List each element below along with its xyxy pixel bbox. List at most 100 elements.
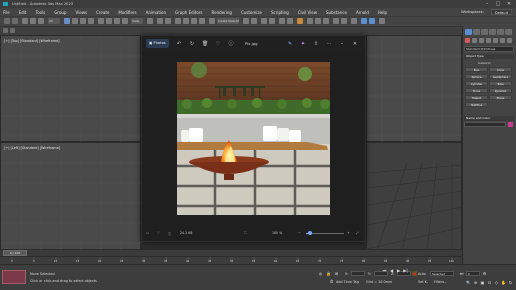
helpers-category-icon[interactable] xyxy=(493,38,498,43)
render-to-texture-icon[interactable] xyxy=(341,18,347,24)
render-in-cloud-icon[interactable] xyxy=(333,18,339,24)
toggle-layer-explorer-icon[interactable] xyxy=(269,18,275,24)
key-mode-icon[interactable]: ⏭ xyxy=(459,271,464,276)
torus-button[interactable]: Torus xyxy=(465,88,488,93)
named-selection-set-dropdown[interactable]: Create Selection Se xyxy=(217,18,239,24)
systems-category-icon[interactable] xyxy=(507,38,512,43)
menu-file[interactable]: File xyxy=(3,10,10,15)
zoom-extents-all-icon[interactable]: ⊡ xyxy=(487,280,492,285)
key-filters-button[interactable]: Filters... xyxy=(434,280,447,284)
info-icon[interactable]: ⓘ xyxy=(228,41,234,47)
viewport-perspective[interactable] xyxy=(366,142,463,251)
menu-graph-editors[interactable]: Graph Editors xyxy=(175,10,202,15)
menu-scripting[interactable]: Scripting xyxy=(271,10,289,15)
move-icon[interactable] xyxy=(98,18,104,24)
next-frame-icon[interactable]: ▶| xyxy=(403,268,408,273)
keyboard-shortcut-override-icon[interactable] xyxy=(165,18,171,24)
viewport-front[interactable] xyxy=(366,35,463,143)
menu-modifiers[interactable]: Modifiers xyxy=(118,10,136,15)
cone-button[interactable]: Cone xyxy=(489,67,512,72)
edit-named-selection-icon[interactable] xyxy=(209,18,215,24)
back-icon[interactable]: ↶ xyxy=(176,41,182,47)
viewport-left[interactable]: [+] [Left] [Standard] [Wireframe] xyxy=(0,142,142,251)
spinner-snap-icon[interactable] xyxy=(199,18,205,24)
previous-frame-icon[interactable]: ◀ xyxy=(389,268,394,273)
isolate-selection-icon[interactable]: ◎ xyxy=(318,271,323,276)
absolute-mode-icon[interactable]: ⊞ xyxy=(334,271,339,276)
unlink-icon[interactable] xyxy=(30,18,36,24)
object-color-swatch[interactable] xyxy=(508,122,513,127)
slideshow-icon[interactable]: ▭ xyxy=(146,231,149,235)
tube-button[interactable]: Tube xyxy=(489,81,512,86)
pyramid-button[interactable]: Pyramid xyxy=(489,88,512,93)
zoom-slider-thumb[interactable] xyxy=(308,231,312,235)
spacewarps-category-icon[interactable] xyxy=(500,38,505,43)
close-button[interactable]: ✕ xyxy=(504,1,514,7)
viewport-layout-icon[interactable] xyxy=(361,18,367,24)
menu-tools[interactable]: Tools xyxy=(35,10,45,15)
photos-minimize-icon[interactable]: – xyxy=(339,41,345,47)
render-setup-icon[interactable] xyxy=(307,18,313,24)
auto-key-button[interactable]: Auto xyxy=(418,272,426,276)
field-of-view-icon[interactable]: ◇ xyxy=(494,280,499,285)
angle-snap-icon[interactable] xyxy=(183,18,189,24)
object-name-field[interactable] xyxy=(464,122,506,127)
rotate-icon[interactable] xyxy=(106,18,112,24)
key-filter-dropdown[interactable]: Selected xyxy=(430,271,454,276)
project-folder-icon[interactable] xyxy=(379,18,385,24)
more-options-icon[interactable]: ⋯ xyxy=(326,41,332,47)
create-tab-icon[interactable] xyxy=(465,29,472,35)
ribbon-toggle-icon[interactable] xyxy=(369,18,375,24)
fit-to-window-icon[interactable]: ⛶ xyxy=(244,231,246,235)
material-editor-icon[interactable] xyxy=(297,18,303,24)
redo-icon[interactable] xyxy=(12,18,18,24)
delete-icon[interactable]: 🗑 xyxy=(202,41,208,47)
cameras-category-icon[interactable] xyxy=(486,38,491,43)
arnold-icon[interactable] xyxy=(351,18,357,24)
link-icon[interactable] xyxy=(22,18,28,24)
orbit-icon[interactable]: ↻ xyxy=(508,280,513,285)
viewport-top[interactable]: [+] [Top] [Standard] [Wireframe] xyxy=(0,35,142,143)
scale-icon[interactable] xyxy=(114,18,120,24)
geosphere-button[interactable]: GeoSphere xyxy=(489,74,512,79)
bottom-info-icon[interactable]: ⓘ xyxy=(168,231,171,236)
ai-edit-icon[interactable]: ✦ xyxy=(300,41,306,47)
menu-animation[interactable]: Animation xyxy=(146,10,166,15)
modify-tab-icon[interactable] xyxy=(473,29,480,35)
box-button[interactable]: Box xyxy=(465,67,488,72)
shapes-category-icon[interactable] xyxy=(472,38,477,43)
pan-view-icon[interactable]: ✋ xyxy=(501,280,506,285)
zoom-level[interactable]: 100 % xyxy=(272,231,282,235)
sphere-button[interactable]: Sphere xyxy=(465,74,488,79)
photos-app-button[interactable]: ▣ Photos xyxy=(146,39,169,48)
add-time-tag[interactable]: Add Time Tag xyxy=(336,280,359,284)
geometry-category-icon[interactable] xyxy=(465,38,470,43)
minimize-button[interactable]: – xyxy=(482,1,492,7)
reference-coordinate-dropdown[interactable]: View xyxy=(131,18,143,24)
percent-snap-icon[interactable] xyxy=(191,18,197,24)
textplus-button[interactable]: TextPlus xyxy=(465,102,488,107)
window-crossing-icon[interactable] xyxy=(88,18,94,24)
teapot-button[interactable]: Teapot xyxy=(465,95,488,100)
menu-substance[interactable]: Substance xyxy=(326,10,347,15)
select-and-manipulate-icon[interactable] xyxy=(157,18,163,24)
primitive-category-dropdown[interactable]: Standard Primitives xyxy=(464,46,514,52)
zoom-all-icon[interactable]: ⊕ xyxy=(473,280,478,285)
fullscreen-icon[interactable]: ⤢ xyxy=(356,231,359,235)
align-icon[interactable] xyxy=(251,18,257,24)
plane-button[interactable]: Plane xyxy=(489,95,512,100)
bind-spacewarp-icon[interactable] xyxy=(38,18,44,24)
menu-civil-view[interactable]: Civil View xyxy=(298,10,317,15)
x-field[interactable] xyxy=(351,271,365,276)
zoom-in-icon[interactable]: + xyxy=(347,231,350,235)
menu-create[interactable]: Create xyxy=(96,10,109,15)
menu-arnold[interactable]: Arnold xyxy=(356,10,369,15)
layer-explorer-icon[interactable] xyxy=(3,28,8,33)
lights-category-icon[interactable] xyxy=(479,38,484,43)
selection-filter-dropdown[interactable]: All xyxy=(48,18,60,24)
undo-icon[interactable] xyxy=(4,18,10,24)
maximize-button[interactable]: □ xyxy=(493,1,503,7)
track-bar[interactable]: 0 5 10 15 20 25 30 35 40 45 50 55 60 65 … xyxy=(0,256,462,264)
snaps-toggle-icon[interactable] xyxy=(175,18,181,24)
menu-help[interactable]: Help xyxy=(378,10,387,15)
